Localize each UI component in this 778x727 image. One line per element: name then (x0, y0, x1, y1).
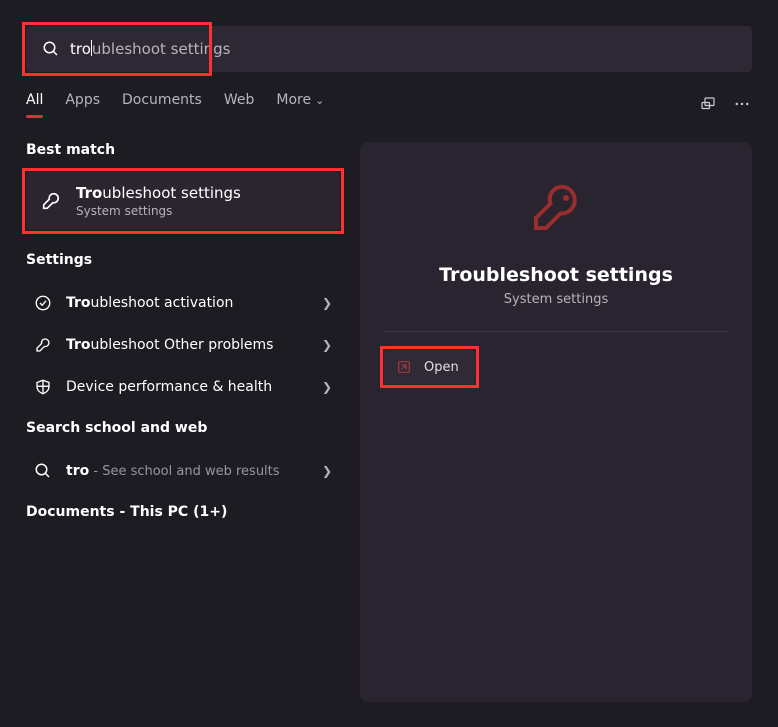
divider (384, 331, 728, 332)
settings-result[interactable]: Troubleshoot Other problems ❯ (26, 324, 340, 366)
filter-tabs: All Apps Documents Web More⌄ (26, 92, 752, 116)
tab-all[interactable]: All (26, 92, 43, 116)
wrench-icon (34, 336, 52, 354)
settings-result[interactable]: Device performance & health ❯ (26, 366, 340, 408)
chevron-right-icon: ❯ (322, 338, 332, 352)
result-text: Troubleshoot Other problems (66, 337, 273, 353)
web-result-text: tro - See school and web results (66, 463, 280, 479)
tab-documents[interactable]: Documents (122, 92, 202, 116)
search-icon (34, 462, 52, 480)
results-column: Best match Troubleshoot settings System … (26, 142, 340, 727)
web-result[interactable]: tro - See school and web results ❯ (26, 450, 340, 492)
detail-panel: Troubleshoot settings System settings Op… (360, 142, 752, 702)
chevron-right-icon: ❯ (322, 296, 332, 310)
open-icon (396, 359, 412, 375)
detail-subtitle: System settings (504, 292, 608, 307)
search-bar[interactable]: troubleshoot settings (26, 26, 752, 72)
tab-apps[interactable]: Apps (65, 92, 100, 116)
shield-icon (34, 378, 52, 396)
result-text: Device performance & health (66, 379, 272, 395)
settings-result[interactable]: Troubleshoot activation ❯ (26, 282, 340, 324)
section-best-match: Best match (26, 142, 340, 158)
check-circle-icon (34, 294, 52, 312)
best-match-subtitle: System settings (76, 204, 241, 218)
best-match-title: Troubleshoot settings (76, 184, 241, 202)
best-match-result[interactable]: Troubleshoot settings System settings (26, 172, 340, 230)
wrench-icon (40, 190, 62, 212)
chevron-right-icon: ❯ (322, 380, 332, 394)
section-web: Search school and web (26, 420, 340, 436)
chevron-down-icon: ⌄ (315, 94, 324, 107)
cast-icon[interactable] (698, 94, 718, 114)
open-button-label: Open (424, 360, 459, 375)
tab-more[interactable]: More⌄ (276, 92, 324, 116)
open-button[interactable]: Open (384, 350, 475, 384)
search-input-text: troubleshoot settings (70, 40, 230, 59)
chevron-right-icon: ❯ (322, 464, 332, 478)
search-icon (42, 40, 60, 58)
wrench-icon (526, 178, 586, 238)
section-settings: Settings (26, 252, 340, 268)
more-icon[interactable] (732, 94, 752, 114)
result-text: Troubleshoot activation (66, 295, 233, 311)
detail-title: Troubleshoot settings (439, 264, 673, 286)
section-documents: Documents - This PC (1+) (26, 504, 340, 520)
tab-web[interactable]: Web (224, 92, 255, 116)
